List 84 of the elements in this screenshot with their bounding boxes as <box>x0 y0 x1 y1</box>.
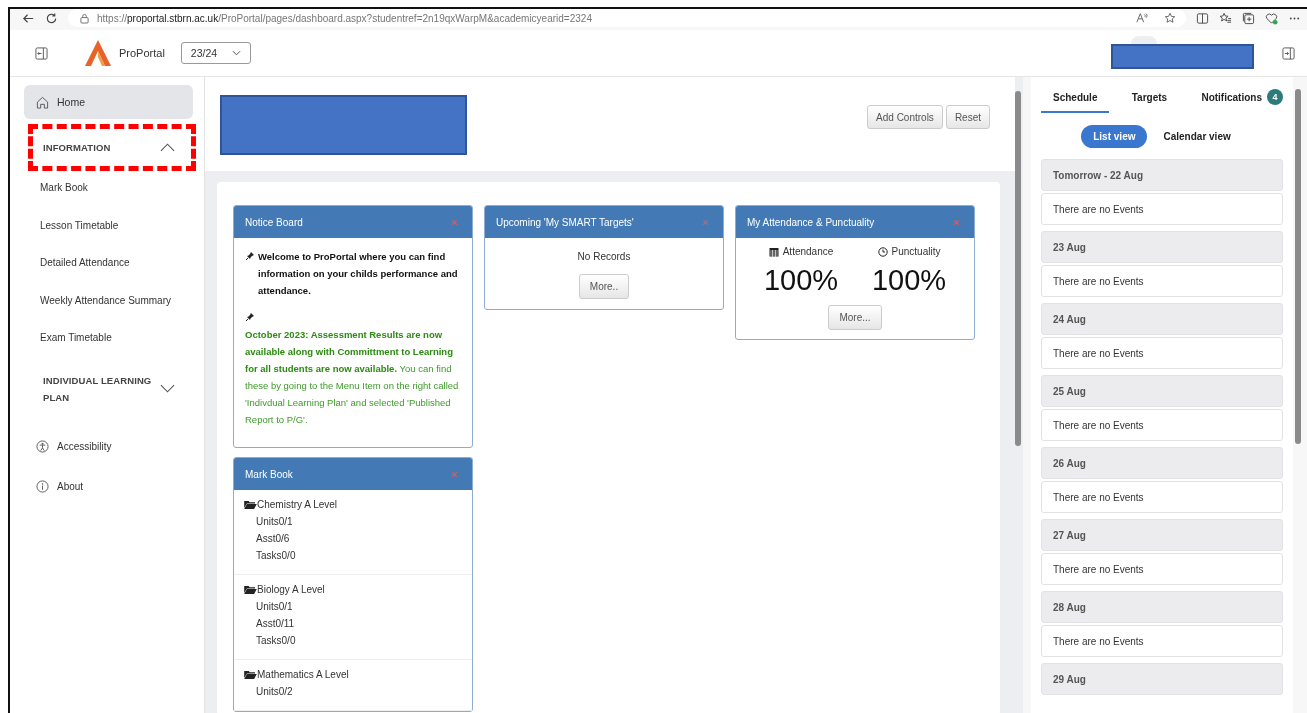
sidebar-item[interactable]: Lesson Timetable <box>10 206 204 244</box>
info-icon <box>36 480 49 493</box>
caret-icon <box>231 50 241 56</box>
year-select[interactable]: 23/24 <box>180 42 251 64</box>
sidebar-item[interactable]: Exam Timetable <box>10 319 204 357</box>
section-header[interactable]: INDIVIDUAL LEARNING PLAN <box>28 364 196 413</box>
heart-extension-icon[interactable] <box>1265 11 1278 25</box>
favorites-icon[interactable] <box>1219 11 1232 25</box>
subject-name: Biology A Level <box>257 584 325 595</box>
panel-toggle-icon[interactable] <box>1282 46 1295 60</box>
events-message: There are no Events <box>1041 193 1283 225</box>
star-icon[interactable] <box>1164 12 1176 24</box>
day-header: Tomorrow - 22 Aug <box>1041 159 1283 191</box>
folder-icon <box>244 585 257 594</box>
logo-icon <box>84 39 112 67</box>
accessibility-icon <box>36 440 49 453</box>
toolbar-button[interactable]: Reset <box>945 105 990 129</box>
mark-summary: Tasks0/0 <box>255 635 297 646</box>
day-header: 26 Aug <box>1041 447 1283 479</box>
widget-title: Notice Board <box>245 216 303 228</box>
events-message: There are no Events <box>1041 409 1283 441</box>
address-bar[interactable]: https://proportal.stbrn.ac.uk/ProPortal/pages/dashboard.aspx?studentref=2n19qxWarpM&academicyearid=2324 <box>68 9 1186 27</box>
lock-icon <box>80 12 89 24</box>
subject-name: Chemistry A Level <box>257 499 338 510</box>
mark-summary: Asst0/6 <box>255 533 291 544</box>
day-header: 23 Aug <box>1041 231 1283 263</box>
sidebar-link[interactable]: Accessibility <box>10 426 204 467</box>
scrollbar-thumb[interactable] <box>1015 91 1021 446</box>
scrollbar-thumb[interactable] <box>1295 89 1301 444</box>
notice-text: Welcome to ProPortal where you can find information on your childs performance and attendance. <box>258 250 459 298</box>
panel-tab[interactable]: Targets <box>1119 89 1180 113</box>
sidebar-link[interactable]: About <box>10 466 204 507</box>
events-message: There are no Events <box>1041 625 1283 657</box>
sidebar-item[interactable]: Detailed Attendance <box>10 244 204 282</box>
url-text: https://proportal.stbrn.ac.uk/ProPortal/pages/dashboard.aspx?studentref=2n19qxWarpM&academicyearid=2324 <box>97 12 592 24</box>
home-nav-item[interactable]: Home <box>24 85 193 119</box>
day-header: 27 Aug <box>1041 519 1283 551</box>
pin-icon <box>245 251 255 261</box>
app-name: ProPortal <box>119 47 165 59</box>
panel-tab[interactable]: Notifications 4 <box>1189 89 1283 113</box>
day-header: 24 Aug <box>1041 303 1283 335</box>
mark-summary: Asst0/11 <box>255 618 296 629</box>
sidebar-item[interactable]: Weekly Attendance Summary <box>10 281 204 319</box>
home-icon <box>36 95 49 109</box>
collections-icon[interactable] <box>1242 11 1255 25</box>
widget-title: Upcoming 'My SMART Targets' <box>496 216 634 228</box>
stat-value: 100% <box>763 264 839 297</box>
stat-value: 100% <box>871 264 947 297</box>
clock-icon <box>877 246 888 257</box>
subject-name: Mathematics A Level <box>257 669 349 680</box>
toolbar-button[interactable]: Add Controls <box>867 105 943 129</box>
events-message: There are no Events <box>1041 553 1283 585</box>
mark-summary: Units0/2 <box>255 686 294 697</box>
reload-icon[interactable] <box>45 11 58 25</box>
more-button[interactable]: More.. <box>578 274 630 299</box>
split-screen-icon[interactable] <box>1196 11 1209 25</box>
events-message: There are no Events <box>1041 337 1283 369</box>
stat-label: Punctuality <box>891 246 941 257</box>
empty-message: No Records <box>577 251 631 262</box>
notice-text: October 2023: Assessment Results are now available along with Committment to Learning for all students are now available. You can find these by going to the Menu Item on the right called 'Indivdual Learning Plan' and selected 'Published Report to P/G'. <box>245 328 460 427</box>
view-toggle[interactable]: Calendar view <box>1151 125 1243 148</box>
panel-tab[interactable]: Schedule <box>1041 89 1110 113</box>
folder-icon <box>244 500 257 509</box>
mark-summary: Tasks0/0 <box>255 550 297 561</box>
view-toggle[interactable]: List view <box>1081 125 1148 148</box>
day-header: 29 Aug <box>1041 663 1283 695</box>
count-badge: 4 <box>1267 89 1283 105</box>
events-message: There are no Events <box>1041 481 1283 513</box>
collapse-sidebar-icon[interactable] <box>35 46 48 60</box>
pin-icon <box>245 312 255 322</box>
calendar-icon <box>768 246 779 257</box>
more-button[interactable]: More... <box>828 305 882 330</box>
mark-summary: Units0/1 <box>255 601 294 612</box>
events-message: There are no Events <box>1041 265 1283 297</box>
day-header: 28 Aug <box>1041 591 1283 623</box>
widget-title: Mark Book <box>245 468 293 480</box>
day-header: 25 Aug <box>1041 375 1283 407</box>
sidebar-item[interactable]: Mark Book <box>10 169 204 207</box>
folder-icon <box>244 670 257 679</box>
read-aloud-icon[interactable] <box>1136 12 1148 24</box>
widget-title: My Attendance & Punctuality <box>747 216 875 228</box>
section-header[interactable]: INFORMATION <box>28 124 196 171</box>
stat-label: Attendance <box>782 246 834 257</box>
mark-summary: Units0/1 <box>255 516 294 527</box>
